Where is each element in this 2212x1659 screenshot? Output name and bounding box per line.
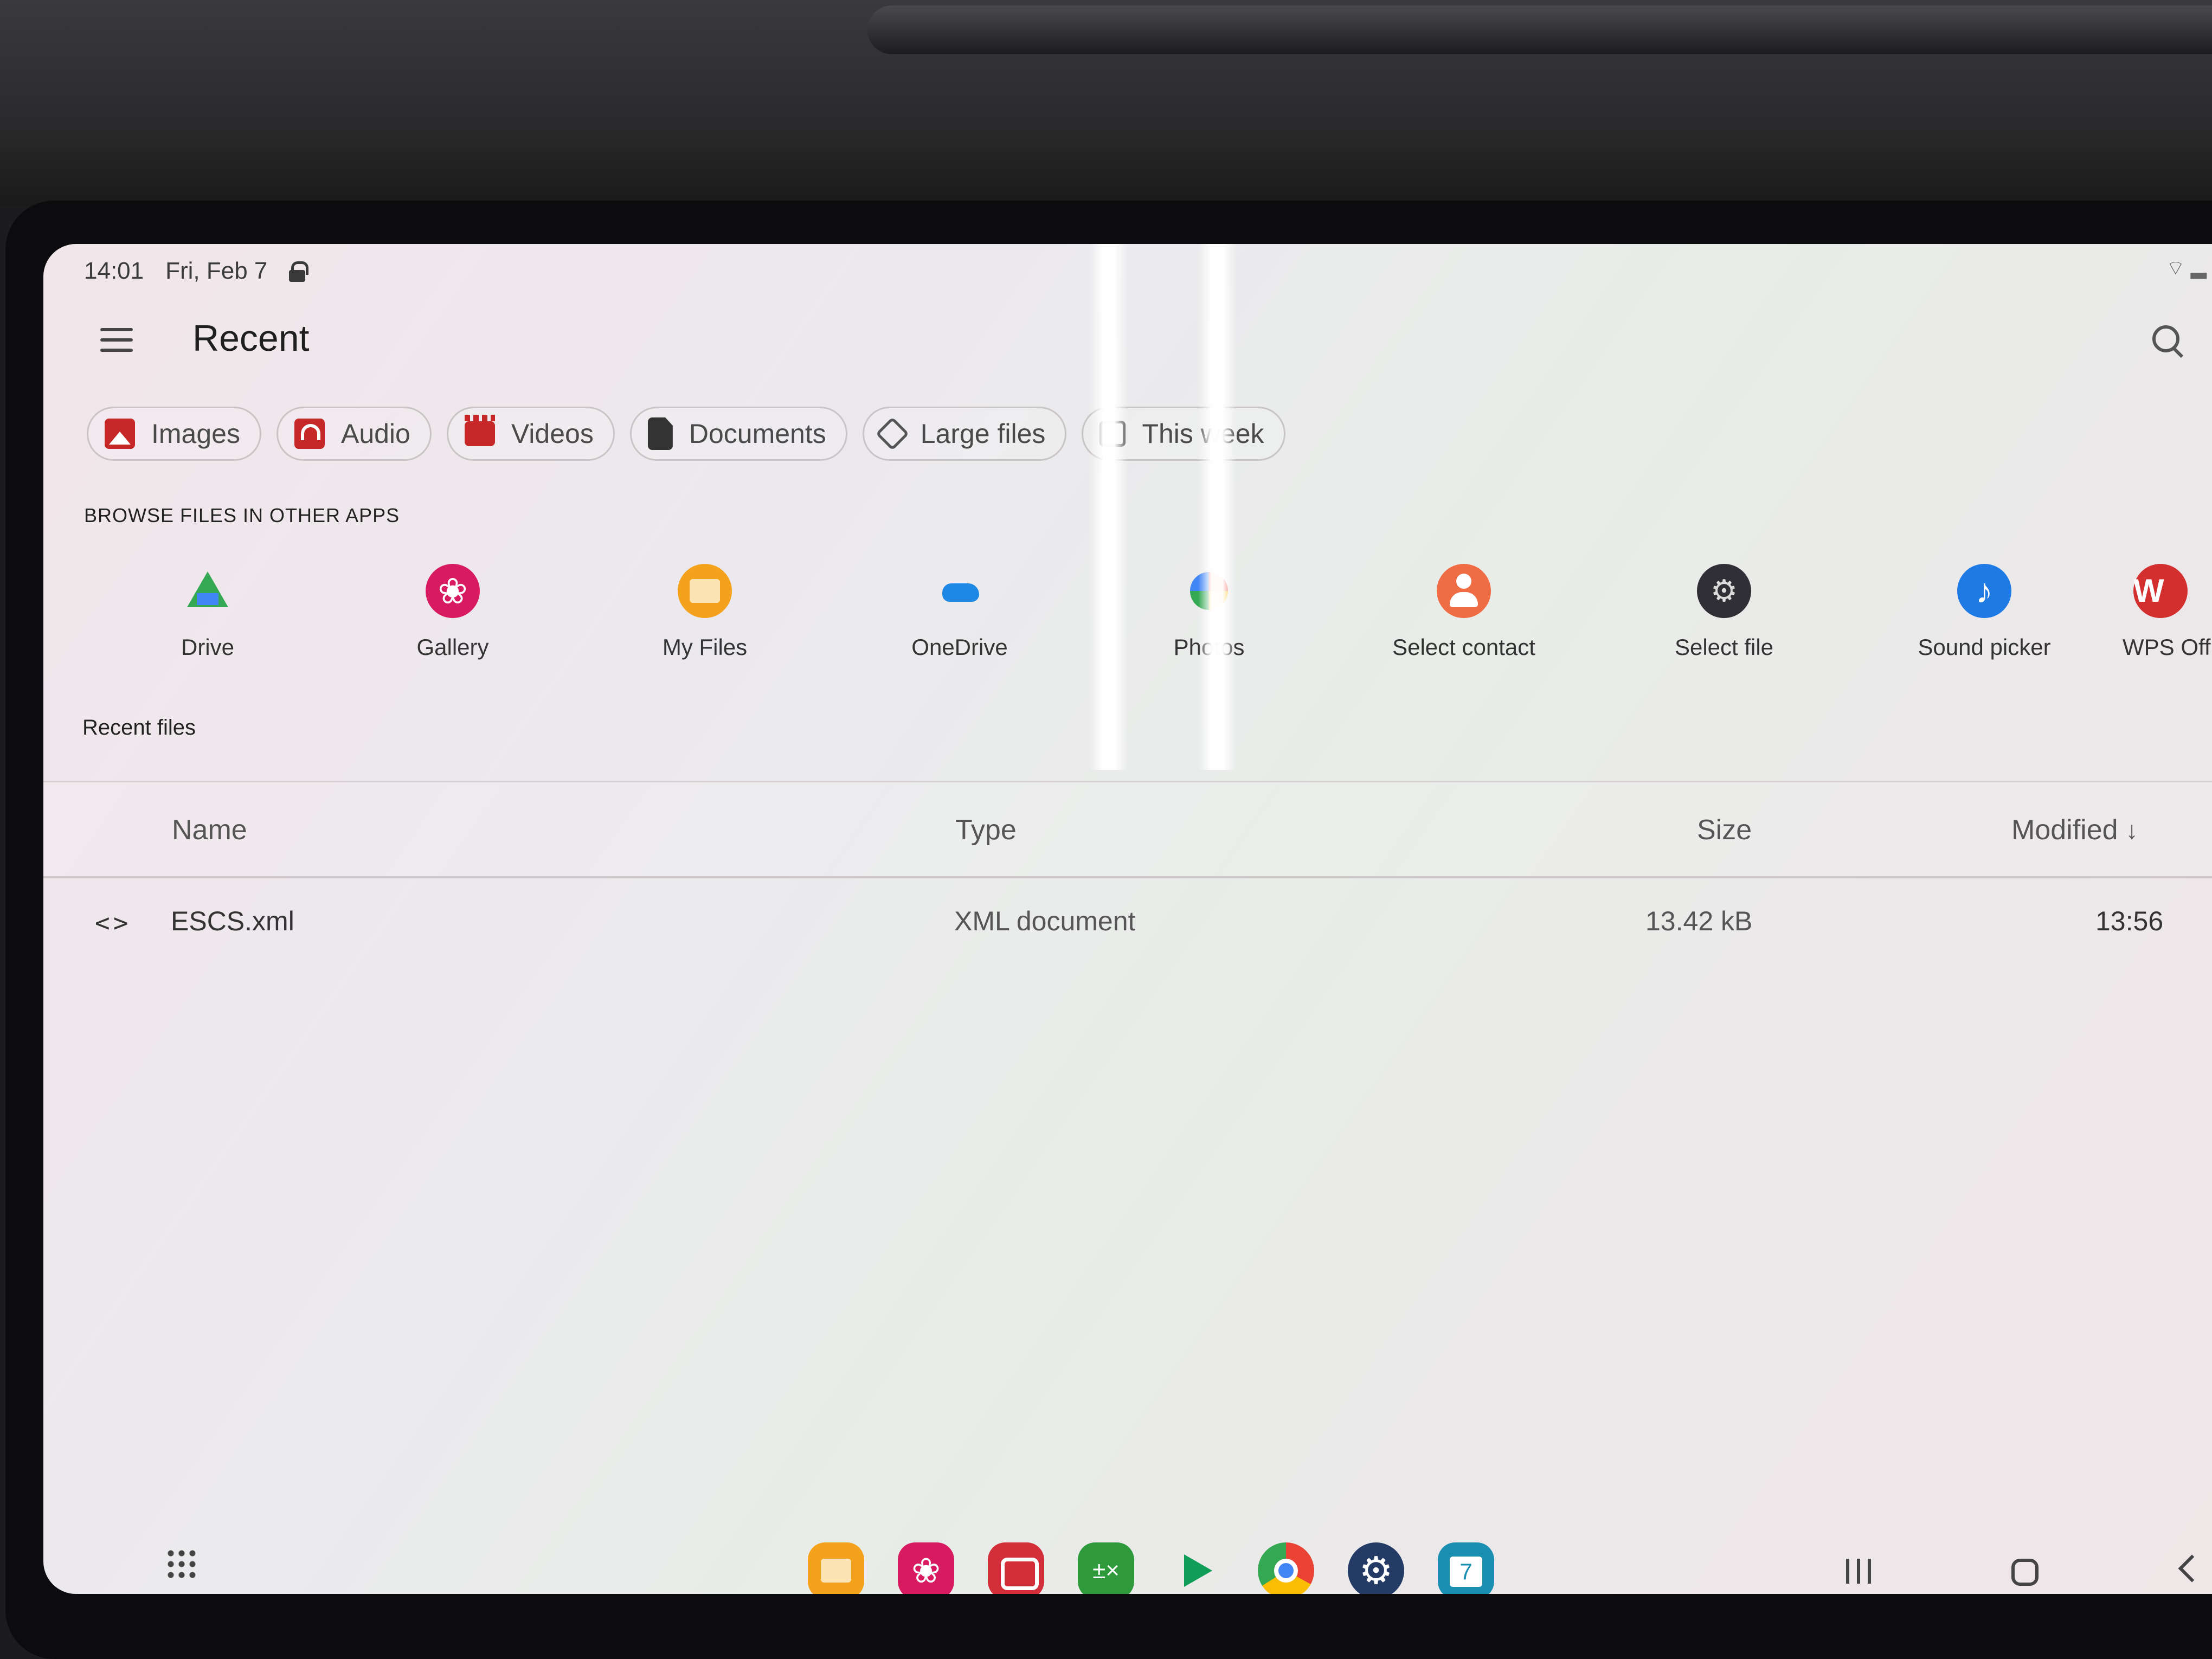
- recent-files-title: Recent files: [82, 716, 196, 740]
- column-header-modified-label: Modified: [2011, 814, 2118, 846]
- app-sound-picker[interactable]: Sound picker: [1870, 564, 2098, 660]
- app-select-file[interactable]: Select file: [1610, 564, 1838, 660]
- tag-icon: [875, 416, 909, 451]
- wps-office-icon: [2133, 564, 2188, 618]
- stylus-pen: [867, 5, 2212, 54]
- app-label: Sound picker: [1918, 634, 2051, 660]
- image-icon: [105, 419, 135, 449]
- signal-icon: ▂: [2190, 256, 2207, 279]
- my-files-icon[interactable]: [808, 1542, 864, 1594]
- browse-section-title: BROWSE FILES IN OTHER APPS: [84, 504, 400, 526]
- select-file-icon: [1697, 564, 1751, 618]
- app-label: WPS Office: [2123, 634, 2212, 660]
- chip-documents[interactable]: Documents: [629, 407, 847, 461]
- app-gallery[interactable]: Gallery: [339, 564, 567, 660]
- chip-label: Large files: [920, 419, 1046, 449]
- recents-button-icon[interactable]: [1846, 1559, 1873, 1584]
- my-files-icon: [678, 564, 732, 618]
- sort-descending-icon: ↓: [2125, 816, 2138, 844]
- gallery-icon: [426, 564, 480, 618]
- wifi-icon: ⌔: [2166, 257, 2185, 280]
- chrome-icon[interactable]: [1258, 1542, 1314, 1594]
- status-bar: 14:01 Fri, Feb 7: [84, 255, 309, 287]
- table-header: Name Type Size Modified ↓: [43, 781, 2212, 878]
- chip-audio[interactable]: Audio: [276, 407, 432, 461]
- browse-apps-row: Drive Gallery My Files OneDrive Photos S…: [43, 564, 2212, 683]
- lock-icon: [289, 261, 309, 282]
- app-onedrive[interactable]: OneDrive: [846, 564, 1073, 660]
- app-drawer-icon[interactable]: [165, 1548, 198, 1580]
- file-name: ESCS.xml: [171, 906, 294, 936]
- hamburger-menu-icon[interactable]: [100, 328, 133, 352]
- app-label: OneDrive: [911, 634, 1008, 660]
- chip-videos[interactable]: Videos: [446, 407, 615, 461]
- screen: 14:01 Fri, Feb 7 ⌔ ▂ Recent Images Audio…: [43, 244, 2212, 1594]
- gallery-icon[interactable]: [898, 1542, 954, 1594]
- google-drive-icon: [181, 564, 235, 618]
- document-icon: [647, 417, 673, 450]
- column-header-name[interactable]: Name: [172, 814, 247, 846]
- chip-label: Documents: [689, 419, 826, 449]
- status-time: 14:01: [84, 258, 144, 284]
- app-drive[interactable]: Drive: [94, 564, 321, 660]
- app-my-files[interactable]: My Files: [591, 564, 819, 660]
- code-icon: <>: [95, 908, 132, 937]
- camera-icon[interactable]: [988, 1542, 1044, 1594]
- app-dock: [808, 1542, 1494, 1594]
- app-label: Drive: [181, 634, 234, 660]
- clapperboard-icon: [464, 415, 495, 446]
- calendar-icon[interactable]: [1438, 1542, 1494, 1594]
- app-label: Select contact: [1392, 634, 1535, 660]
- contact-icon: [1437, 564, 1491, 618]
- page-title: Recent: [192, 318, 310, 359]
- play-store-icon[interactable]: [1168, 1542, 1224, 1594]
- settings-icon[interactable]: [1348, 1542, 1404, 1594]
- search-icon[interactable]: [2152, 325, 2185, 358]
- chip-label: Audio: [340, 419, 410, 449]
- app-label: Gallery: [416, 634, 489, 660]
- home-button-icon[interactable]: [2011, 1559, 2039, 1586]
- column-header-size[interactable]: Size: [1697, 814, 1752, 846]
- chip-images[interactable]: Images: [87, 407, 261, 461]
- app-label: My Files: [662, 634, 748, 660]
- chip-large-files[interactable]: Large files: [862, 407, 1067, 461]
- app-select-contact[interactable]: Select contact: [1350, 564, 1578, 660]
- headphones-icon: [294, 419, 325, 449]
- column-header-modified[interactable]: Modified ↓: [2011, 814, 2138, 846]
- signal-wifi-icons: ⌔ ▂: [2166, 255, 2207, 281]
- app-label: Select file: [1674, 634, 1774, 660]
- screen-glare: [1090, 244, 1128, 770]
- file-modified: 13:56: [2095, 906, 2164, 936]
- table-row[interactable]: <> ESCS.xml XML document 13.42 kB 13:56: [43, 881, 2212, 962]
- app-wps-office[interactable]: WPS Office: [2123, 564, 2212, 660]
- file-type: XML document: [954, 906, 1136, 936]
- file-size: 13.42 kB: [1645, 906, 1753, 936]
- chip-label: Images: [151, 419, 240, 449]
- status-date: Fri, Feb 7: [165, 258, 268, 284]
- calculator-icon[interactable]: [1078, 1542, 1134, 1594]
- onedrive-icon: [933, 564, 987, 618]
- music-note-icon: [1957, 564, 2011, 618]
- back-button-icon[interactable]: [2178, 1554, 2206, 1583]
- column-header-type[interactable]: Type: [955, 814, 1017, 846]
- chip-label: Videos: [511, 419, 594, 449]
- screen-glare: [1198, 244, 1236, 770]
